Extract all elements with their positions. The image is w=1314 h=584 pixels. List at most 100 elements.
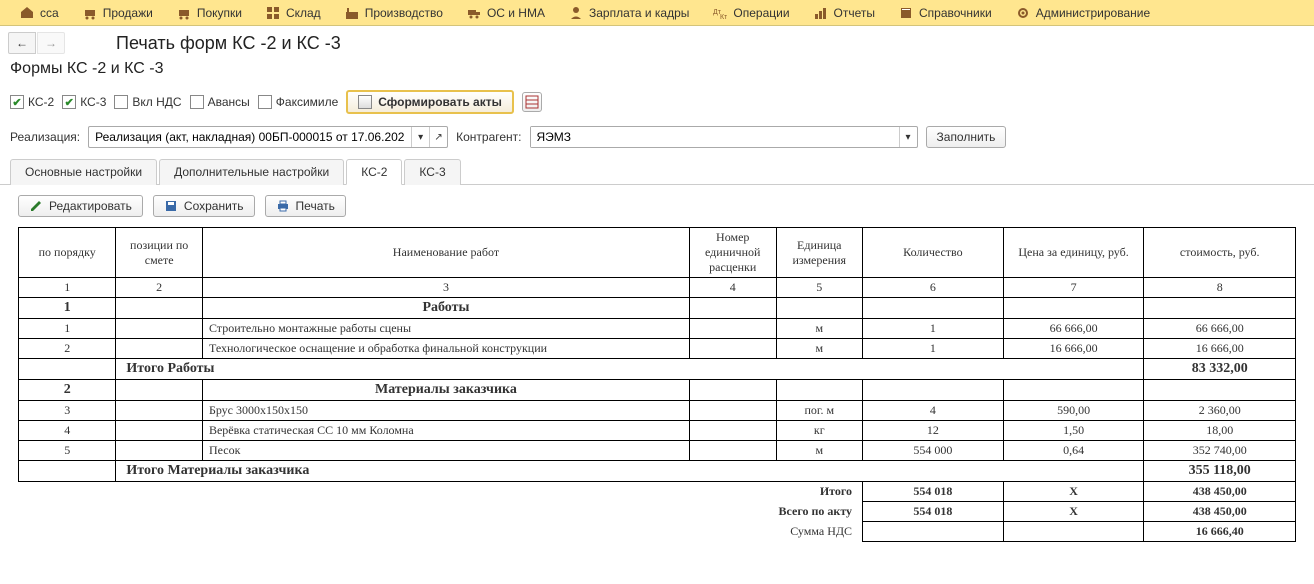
save-button[interactable]: Сохранить — [153, 195, 255, 217]
realize-dropdown-button[interactable]: ▾ — [411, 127, 429, 147]
tab-ks3[interactable]: КС-3 — [404, 159, 460, 185]
ops-icon: ДтКт — [713, 6, 727, 20]
th-name: Наименование работ — [202, 228, 689, 278]
bank-icon — [20, 6, 34, 20]
print-button[interactable]: Печать — [265, 195, 346, 217]
edit-icon — [29, 199, 43, 213]
fill-button[interactable]: Заполнить — [926, 126, 1007, 148]
form-acts-label: Сформировать акты — [378, 95, 502, 109]
checkbox-facsimile[interactable] — [258, 95, 272, 109]
edit-label: Редактировать — [49, 199, 132, 213]
menu-os-nma[interactable]: ОС и НМА — [455, 0, 557, 26]
menu-reports[interactable]: Отчеты — [802, 0, 887, 26]
forward-button[interactable]: → — [37, 32, 65, 54]
realize-open-button[interactable]: ↗ — [429, 127, 447, 147]
tab-main-settings[interactable]: Основные настройки — [10, 159, 157, 185]
options-row: КС-2 КС-3 Вкл НДС Авансы Факсимиле Сформ… — [0, 86, 1314, 122]
th-pos: позиции по смете — [116, 228, 203, 278]
book-icon — [899, 6, 913, 20]
checkbox-advances[interactable] — [190, 95, 204, 109]
subtotal-materials: Итого Материалы заказчика355 118,00 — [19, 461, 1296, 482]
extra-button[interactable] — [522, 92, 542, 112]
contr-dropdown-button[interactable]: ▾ — [899, 127, 917, 147]
menu-operations[interactable]: ДтКт Операции — [701, 0, 801, 26]
option-facsimile[interactable]: Факсимиле — [258, 95, 339, 109]
table-wrap: по порядку позиции по смете Наименование… — [0, 227, 1314, 542]
menu-directories-label: Справочники — [919, 6, 992, 20]
menu-admin[interactable]: Администрирование — [1004, 0, 1162, 26]
contr-input[interactable] — [531, 127, 899, 147]
menu-admin-label: Администрирование — [1036, 6, 1150, 20]
label-ks2: КС-2 — [28, 95, 54, 109]
truck-icon — [467, 6, 481, 20]
contr-input-wrap: ▾ — [530, 126, 918, 148]
menu-production-label: Производство — [365, 6, 443, 20]
total-nds: Сумма НДС16 666,40 — [19, 522, 1296, 542]
page-breadcrumb: Печать форм КС -2 и КС -3 — [116, 33, 341, 54]
table-header-row: по порядку позиции по смете Наименование… — [19, 228, 1296, 278]
ks2-table: по порядку позиции по смете Наименование… — [18, 227, 1296, 542]
main-menu-bar: сса Продажи Покупки Склад Производство О… — [0, 0, 1314, 26]
subtotal-works: Итого Работы83 332,00 — [19, 359, 1296, 380]
th-unit: Единица измерения — [776, 228, 863, 278]
cart2-icon — [177, 6, 191, 20]
svg-text:Кт: Кт — [720, 14, 727, 20]
gear-icon — [1016, 6, 1030, 20]
option-ks2[interactable]: КС-2 — [10, 95, 54, 109]
table-colnum-row: 12345678 — [19, 278, 1296, 298]
edit-button[interactable]: Редактировать — [18, 195, 143, 217]
th-price: Цена за единицу, руб. — [1003, 228, 1144, 278]
total-vsego: Всего по акту554 018X438 450,00 — [19, 502, 1296, 522]
cart-icon — [83, 6, 97, 20]
fill-label: Заполнить — [937, 130, 996, 144]
menu-sales[interactable]: Продажи — [71, 0, 165, 26]
table-row: 3Брус 3000х150х150пог. м4590,002 360,00 — [19, 401, 1296, 421]
factory-icon — [345, 6, 359, 20]
form-acts-button[interactable]: Сформировать акты — [346, 90, 514, 114]
table-row: 1Строительно монтажные работы сценым166 … — [19, 319, 1296, 339]
tab-additional-settings[interactable]: Дополнительные настройки — [159, 159, 344, 185]
checkbox-ks3[interactable] — [62, 95, 76, 109]
option-advances[interactable]: Авансы — [190, 95, 250, 109]
menu-kassa[interactable]: сса — [8, 0, 71, 26]
menu-sales-label: Продажи — [103, 6, 153, 20]
checkbox-nds[interactable] — [114, 95, 128, 109]
contr-label: Контрагент: — [456, 130, 521, 144]
option-nds[interactable]: Вкл НДС — [114, 95, 181, 109]
abacus-icon — [525, 95, 539, 109]
tabs: Основные настройки Дополнительные настро… — [0, 158, 1314, 185]
table-row: 5Песокм554 0000,64352 740,00 — [19, 441, 1296, 461]
sub-toolbar: Редактировать Сохранить Печать — [0, 185, 1314, 227]
menu-salary-label: Зарплата и кадры — [589, 6, 689, 20]
sheet-icon — [358, 95, 372, 109]
menu-purchases[interactable]: Покупки — [165, 0, 254, 26]
menu-reports-label: Отчеты — [834, 6, 875, 20]
menu-warehouse[interactable]: Склад — [254, 0, 333, 26]
nav-bar: ← → Печать форм КС -2 и КС -3 — [0, 26, 1314, 60]
realize-input-wrap: ▾ ↗ — [88, 126, 448, 148]
menu-directories[interactable]: Справочники — [887, 0, 1004, 26]
menu-os-nma-label: ОС и НМА — [487, 6, 545, 20]
checkbox-ks2[interactable] — [10, 95, 24, 109]
field-row: Реализация: ▾ ↗ Контрагент: ▾ Заполнить — [0, 122, 1314, 158]
realize-input[interactable] — [89, 130, 411, 144]
person-icon — [569, 6, 583, 20]
save-label: Сохранить — [184, 199, 244, 213]
th-cost: стоимость, руб. — [1144, 228, 1296, 278]
chart-icon — [814, 6, 828, 20]
menu-production[interactable]: Производство — [333, 0, 455, 26]
menu-kassa-label: сса — [40, 6, 59, 20]
menu-salary[interactable]: Зарплата и кадры — [557, 0, 701, 26]
option-ks3[interactable]: КС-3 — [62, 95, 106, 109]
save-icon — [164, 199, 178, 213]
label-facsimile: Факсимиле — [276, 95, 339, 109]
tab-ks2[interactable]: КС-2 — [346, 159, 402, 185]
section-materials: 2Материалы заказчика — [19, 380, 1296, 401]
back-button[interactable]: ← — [8, 32, 36, 54]
label-advances: Авансы — [208, 95, 250, 109]
menu-warehouse-label: Склад — [286, 6, 321, 20]
page-title: Формы КС -2 и КС -3 — [0, 60, 1314, 86]
total-itogo: Итого554 018X438 450,00 — [19, 482, 1296, 502]
menu-operations-label: Операции — [733, 6, 789, 20]
print-label: Печать — [296, 199, 335, 213]
